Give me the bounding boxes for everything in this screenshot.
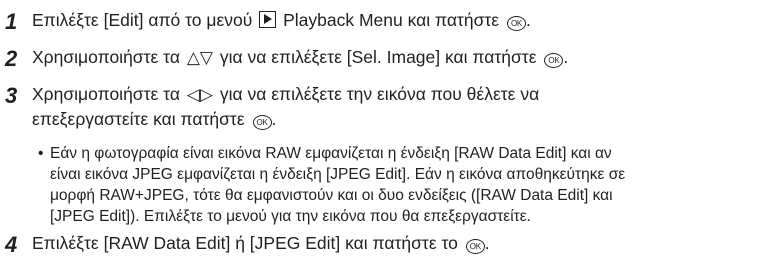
playback-icon <box>259 11 277 28</box>
up-down-arrows-icon: △▽ <box>186 48 213 67</box>
ok-button-icon: OK <box>544 53 564 68</box>
step-number: 1 <box>5 9 17 34</box>
note-line-3: μορφή RAW+JPEG, τότε θα εμφανιστούν και … <box>50 187 613 204</box>
note-line-4: [JPEG Edit]). Επιλέξτε το μενού για την … <box>50 208 531 225</box>
left-right-arrows-icon: ◁▷ <box>186 85 213 104</box>
note-line-2: είναι εικόνα JPEG εμφανίζεται η ένδειξη … <box>50 166 626 183</box>
step-number: 3 <box>5 83 17 108</box>
ok-button-icon: OK <box>465 239 485 254</box>
note-line-1: Εάν η φωτογραφία είναι εικόνα RAW εμφανί… <box>50 145 612 162</box>
step-text: Χρησιμοποιήστε τα △▽ για να επιλέξετε [S… <box>32 45 568 70</box>
step-number: 4 <box>5 232 17 257</box>
note-bullet: • Εάν η φωτογραφία είναι εικόνα RAW εμφα… <box>38 143 626 227</box>
ok-button-icon: OK <box>252 115 272 130</box>
step-number: 2 <box>5 46 17 71</box>
step-text: Επιλέξτε [RAW Data Edit] ή [JPEG Edit] κ… <box>32 233 490 254</box>
step-text-line-2: επεξεργαστείτε και πατήστε OK. <box>32 109 277 130</box>
step-text: Επιλέξτε [Edit] από το μενού Playback Me… <box>32 10 531 31</box>
bullet-dot: • <box>38 145 44 162</box>
step-text-line-1: Χρησιμοποιήστε τα ◁▷ για να επιλέξετε τη… <box>32 82 539 107</box>
ok-button-icon: OK <box>506 16 526 31</box>
